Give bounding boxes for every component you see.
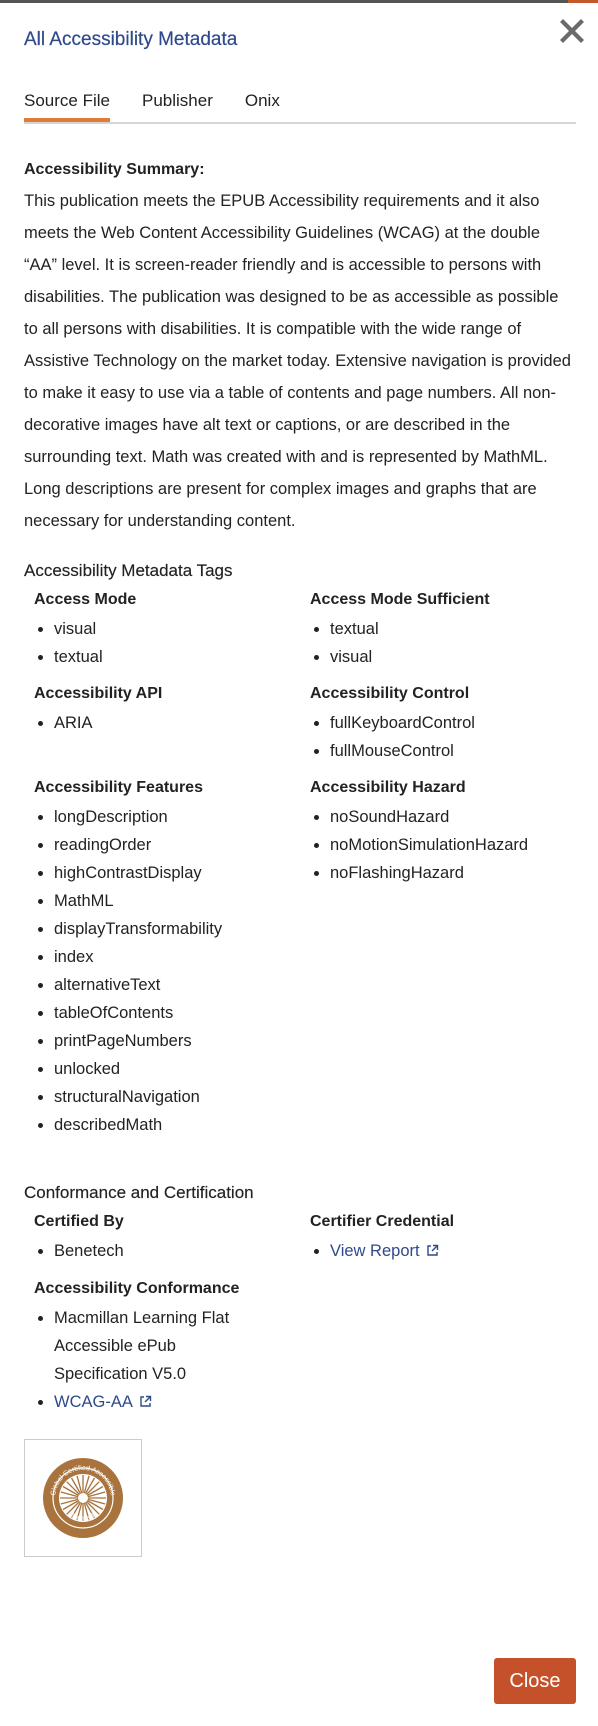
- access-mode-sufficient-title: Access Mode Sufficient: [310, 591, 490, 608]
- list-item: index: [54, 943, 310, 971]
- accessibility-conformance-group: Accessibility Conformance Macmillan Lear…: [34, 1280, 310, 1417]
- accessibility-features-title: Accessibility Features: [34, 779, 203, 796]
- tab-source-file[interactable]: Source File: [24, 87, 110, 122]
- list-item: highContrastDisplay: [54, 859, 310, 887]
- list-item: noSoundHazard: [330, 803, 586, 831]
- list-item: describedMath: [54, 1111, 310, 1139]
- certifier-credential-title: Certifier Credential: [310, 1213, 455, 1230]
- list-item: readingOrder: [54, 831, 310, 859]
- close-x-icon[interactable]: [554, 13, 590, 49]
- list-item: visual: [330, 643, 586, 671]
- accessibility-control-group: Accessibility Control fullKeyboardContro…: [310, 685, 586, 765]
- conformance-grid: Certified By Benetech Certifier Credenti…: [24, 1213, 574, 1431]
- summary-text: This publication meets the EPUB Accessib…: [24, 192, 571, 530]
- accessibility-metadata-modal: All Accessibility Metadata Source File P…: [0, 3, 598, 1726]
- access-mode-title: Access Mode: [34, 591, 137, 608]
- list-item: textual: [330, 615, 586, 643]
- list-item: View Report: [330, 1237, 586, 1266]
- list-item: fullMouseControl: [330, 737, 586, 765]
- accessibility-conformance-title: Accessibility Conformance: [34, 1280, 240, 1297]
- wcag-aa-link[interactable]: WCAG-AA: [54, 1393, 152, 1411]
- list-item: Macmillan Learning Flat Accessible ePub …: [54, 1304, 264, 1388]
- access-mode-group: Access Mode visual textual: [34, 591, 310, 671]
- accessibility-api-group: Accessibility API ARIA: [34, 685, 310, 765]
- list-item: MathML: [54, 887, 310, 915]
- tab-bar: Source File Publisher Onix: [24, 87, 576, 124]
- list-item: noFlashingHazard: [330, 859, 586, 887]
- accessibility-hazard-group: Accessibility Hazard noSoundHazard noMot…: [310, 779, 586, 1139]
- tab-publisher[interactable]: Publisher: [142, 87, 213, 122]
- wcag-aa-label: WCAG-AA: [54, 1393, 133, 1411]
- list-item: alternativeText: [54, 971, 310, 999]
- view-report-link[interactable]: View Report: [330, 1242, 439, 1260]
- certified-by-group: Certified By Benetech: [34, 1213, 310, 1266]
- external-link-icon: [426, 1238, 439, 1266]
- empty-cell: [310, 1280, 586, 1417]
- conformance-heading: Conformance and Certification: [24, 1183, 254, 1202]
- certifier-credential-group: Certifier Credential View Report: [310, 1213, 586, 1266]
- list-item: Benetech: [54, 1237, 310, 1265]
- metadata-tags-grid: Access Mode visual textual Access Mode S…: [24, 591, 574, 1153]
- metadata-tags-heading: Accessibility Metadata Tags: [24, 561, 233, 580]
- tab-onix[interactable]: Onix: [245, 87, 280, 122]
- list-item: WCAG-AA: [54, 1388, 310, 1417]
- certified-by-title: Certified By: [34, 1213, 124, 1230]
- list-item: noMotionSimulationHazard: [330, 831, 586, 859]
- external-link-icon: [139, 1389, 152, 1417]
- list-item: tableOfContents: [54, 999, 310, 1027]
- list-item: structuralNavigation: [54, 1083, 310, 1111]
- list-item: longDescription: [54, 803, 310, 831]
- list-item: textual: [54, 643, 310, 671]
- accessibility-hazard-title: Accessibility Hazard: [310, 779, 466, 796]
- access-mode-sufficient-group: Access Mode Sufficient textual visual: [310, 591, 586, 671]
- benetech-seal-icon: Global Certified Accessible Benetech: [43, 1458, 123, 1538]
- list-item: displayTransformability: [54, 915, 310, 943]
- certification-badge: Global Certified Accessible Benetech: [24, 1439, 142, 1557]
- close-button[interactable]: Close: [494, 1658, 576, 1704]
- accessibility-features-group: Accessibility Features longDescription r…: [34, 779, 310, 1139]
- tab-content: Accessibility Summary: This publication …: [24, 161, 574, 1557]
- list-item: printPageNumbers: [54, 1027, 310, 1055]
- accessibility-api-title: Accessibility API: [34, 685, 163, 702]
- modal-title: All Accessibility Metadata: [24, 29, 238, 50]
- summary-heading: Accessibility Summary:: [24, 161, 205, 178]
- accessibility-control-title: Accessibility Control: [310, 685, 470, 702]
- list-item: visual: [54, 615, 310, 643]
- list-item: ARIA: [54, 709, 310, 737]
- list-item: unlocked: [54, 1055, 310, 1083]
- list-item: fullKeyboardControl: [330, 709, 586, 737]
- view-report-label: View Report: [330, 1242, 420, 1260]
